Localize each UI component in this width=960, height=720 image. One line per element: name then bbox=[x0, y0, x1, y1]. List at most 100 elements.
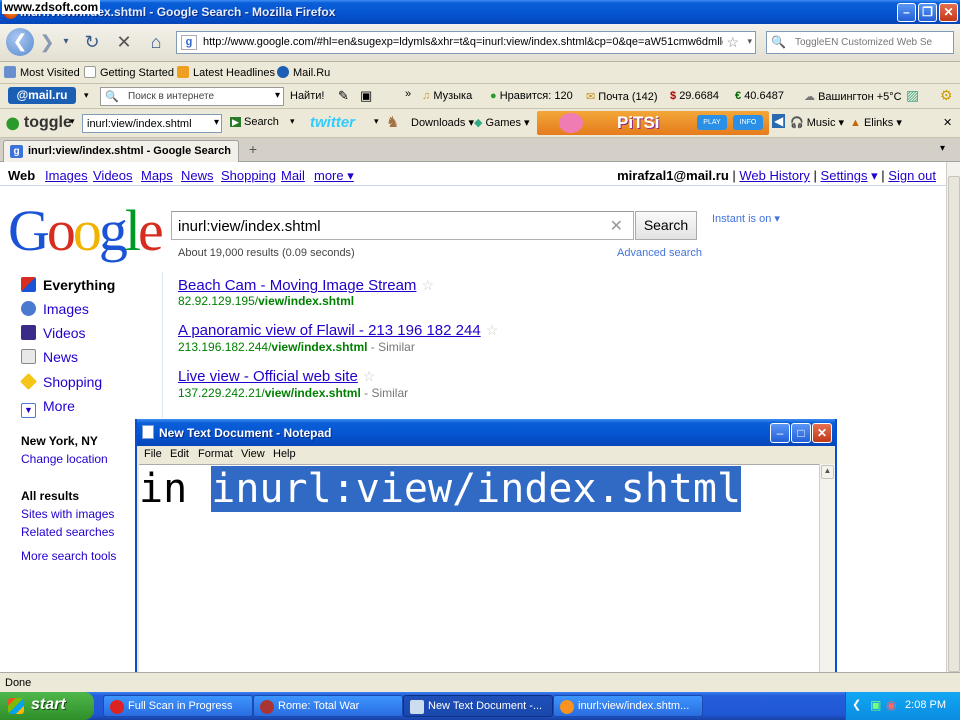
menu-format[interactable]: Format bbox=[198, 448, 233, 460]
leftnav-videos[interactable]: Videos bbox=[21, 325, 86, 341]
more-search-tools-link[interactable]: More search tools bbox=[21, 549, 116, 563]
history-dropdown-icon[interactable]: ▾ bbox=[60, 28, 72, 56]
notepad-scrollbar[interactable]: ▲ bbox=[819, 464, 835, 692]
elinks-menu[interactable]: ▲ Elinks ▾ bbox=[850, 116, 902, 129]
start-button[interactable]: start bbox=[0, 692, 94, 720]
star-icon[interactable]: ☆ bbox=[486, 322, 499, 339]
taskbar-item-notepad[interactable]: New Text Document -... bbox=[403, 695, 553, 717]
leftnav-everything[interactable]: Everything bbox=[21, 277, 115, 293]
forward-button[interactable]: ❯ bbox=[36, 28, 58, 56]
bookmark-star-icon[interactable]: ☆ bbox=[726, 34, 739, 51]
menu-file[interactable]: File bbox=[144, 448, 162, 460]
settings-link[interactable]: Settings bbox=[821, 168, 868, 183]
close-button[interactable]: ✕ bbox=[939, 3, 958, 22]
toggle-search-button[interactable]: ▶ Search bbox=[230, 116, 279, 128]
back-button[interactable]: ❮ bbox=[6, 28, 34, 56]
picture-icon[interactable]: ▨ bbox=[906, 87, 919, 104]
toolbar-close-icon[interactable]: ✕ bbox=[943, 116, 952, 129]
dropdown-icon[interactable]: ▾ bbox=[275, 90, 280, 101]
gnav-news[interactable]: News bbox=[181, 168, 214, 183]
tray-expand-icon[interactable]: ❮ bbox=[852, 698, 861, 711]
leftnav-news[interactable]: News bbox=[21, 349, 78, 365]
home-icon[interactable]: ⌂ bbox=[144, 28, 168, 56]
gnav-mail[interactable]: Mail bbox=[281, 168, 305, 183]
gnav-shopping[interactable]: Shopping bbox=[221, 168, 276, 183]
play-button[interactable]: PLAY bbox=[697, 115, 727, 130]
mailru-logo[interactable]: @mail.ru bbox=[8, 87, 76, 104]
bookmark-getting-started[interactable]: Getting Started bbox=[84, 66, 174, 79]
notepad-close-button[interactable]: ✕ bbox=[812, 423, 832, 443]
window-icon[interactable]: ▣ bbox=[360, 88, 372, 104]
leftnav-images[interactable]: Images bbox=[21, 301, 89, 317]
rabbit-icon[interactable]: ♞ bbox=[386, 113, 399, 131]
pitsi-banner[interactable]: PiTSi PLAY INFO bbox=[537, 111, 769, 135]
mailru-menu-dropdown-icon[interactable]: ▾ bbox=[84, 90, 89, 101]
tab-google-search[interactable]: g inurl:view/index.shtml - Google Search bbox=[3, 140, 239, 162]
mailru-eur-rate[interactable]: € 40.6487 bbox=[735, 90, 784, 102]
mailru-usd-rate[interactable]: $ 29.6684 bbox=[670, 90, 719, 102]
search-engine-icon[interactable]: 🔍 bbox=[771, 35, 786, 49]
bookmark-most-visited[interactable]: Most Visited bbox=[4, 66, 80, 79]
chevron-right-icon[interactable]: » bbox=[405, 88, 411, 100]
similar-link[interactable]: Similar bbox=[378, 340, 415, 354]
google-logo[interactable]: Google bbox=[8, 197, 164, 264]
gnav-more[interactable]: more ▾ bbox=[314, 168, 354, 184]
tab-list-icon[interactable]: ▾ bbox=[940, 143, 945, 154]
gnav-maps[interactable]: Maps bbox=[141, 168, 173, 183]
notepad-titlebar[interactable]: New Text Document - Notepad – □ ✕ bbox=[137, 419, 835, 446]
result-title[interactable]: Live view - Official web site ☆ bbox=[178, 368, 375, 385]
notepad-maximize-button[interactable]: □ bbox=[791, 423, 811, 443]
games-menu[interactable]: ◆ Games ▾ bbox=[474, 116, 530, 129]
mailru-likes[interactable]: ● Нравится: 120 bbox=[490, 90, 573, 102]
security-icon[interactable]: ◉ bbox=[886, 698, 896, 712]
search-bar[interactable]: 🔍 ToggleEN Customized Web Se bbox=[766, 31, 954, 54]
web-history-link[interactable]: Web History bbox=[739, 168, 810, 183]
leftnav-more[interactable]: ▼ More bbox=[21, 398, 75, 418]
advanced-search-link[interactable]: Advanced search bbox=[617, 247, 702, 259]
toggle-logo[interactable]: ⬤ toggle bbox=[6, 114, 72, 132]
toggle-dropdown-icon[interactable]: ▾ bbox=[70, 116, 75, 127]
menu-edit[interactable]: Edit bbox=[170, 448, 189, 460]
mailru-search-input[interactable]: 🔍 Поиск в интернете ▾ bbox=[100, 87, 284, 106]
menu-help[interactable]: Help bbox=[273, 448, 296, 460]
taskbar-item-firefox[interactable]: inurl:view/index.shtm... bbox=[553, 695, 703, 717]
prev-icon[interactable]: ◀ bbox=[772, 114, 786, 128]
sign-out-link[interactable]: Sign out bbox=[888, 168, 936, 183]
info-button[interactable]: INFO bbox=[733, 115, 763, 130]
gnav-videos[interactable]: Videos bbox=[93, 168, 133, 183]
network-icon[interactable]: ▣ bbox=[870, 698, 881, 712]
pencil-icon[interactable]: ✎ bbox=[338, 88, 349, 104]
maximize-button[interactable]: ❐ bbox=[918, 3, 937, 22]
clear-icon[interactable]: ✕ bbox=[610, 216, 623, 236]
all-results[interactable]: All results bbox=[21, 489, 79, 503]
gear-icon[interactable]: ⚙ bbox=[940, 87, 953, 104]
bookmark-latest-headlines[interactable]: Latest Headlines bbox=[177, 66, 275, 79]
taskbar-item-rome[interactable]: Rome: Total War bbox=[253, 695, 403, 717]
result-title[interactable]: A panoramic view of Flawil - 213 196 182… bbox=[178, 322, 498, 339]
stop-icon[interactable]: ✕ bbox=[112, 28, 136, 56]
notepad-minimize-button[interactable]: – bbox=[770, 423, 790, 443]
url-dropdown-icon[interactable]: ▾ bbox=[747, 36, 752, 47]
scroll-up-icon[interactable]: ▲ bbox=[821, 465, 834, 479]
star-icon[interactable]: ☆ bbox=[421, 277, 434, 294]
sites-with-images-link[interactable]: Sites with images bbox=[21, 507, 114, 521]
new-tab-button[interactable]: + bbox=[242, 141, 264, 160]
bookmark-mail-ru[interactable]: Mail.Ru bbox=[277, 66, 330, 79]
twitter-dropdown-icon[interactable]: ▾ bbox=[374, 116, 379, 127]
menu-view[interactable]: View bbox=[241, 448, 265, 460]
search-input[interactable]: inurl:view/index.shtml ✕ bbox=[171, 211, 634, 240]
downloads-menu[interactable]: Downloads ▾ bbox=[411, 116, 474, 129]
mailru-find-button[interactable]: Найти! bbox=[290, 90, 324, 102]
related-searches-link[interactable]: Related searches bbox=[21, 525, 114, 539]
mailru-weather[interactable]: ☁ Вашингтон +5°C bbox=[804, 90, 902, 103]
similar-link[interactable]: Similar bbox=[371, 386, 408, 400]
mailru-music[interactable]: ♫ Музыка bbox=[422, 90, 472, 102]
minimize-button[interactable]: – bbox=[897, 3, 916, 22]
change-location-link[interactable]: Change location bbox=[21, 452, 108, 466]
notepad-text-area[interactable]: in inurl:view/index.shtml bbox=[139, 464, 819, 692]
search-dropdown-icon[interactable]: ▾ bbox=[290, 116, 295, 127]
toggle-search-input[interactable]: inurl:view/index.shtml ▾ bbox=[82, 114, 222, 133]
reload-icon[interactable]: ↻ bbox=[80, 28, 104, 56]
twitter-button[interactable]: twitter bbox=[310, 114, 355, 131]
search-button[interactable]: Search bbox=[635, 211, 697, 240]
